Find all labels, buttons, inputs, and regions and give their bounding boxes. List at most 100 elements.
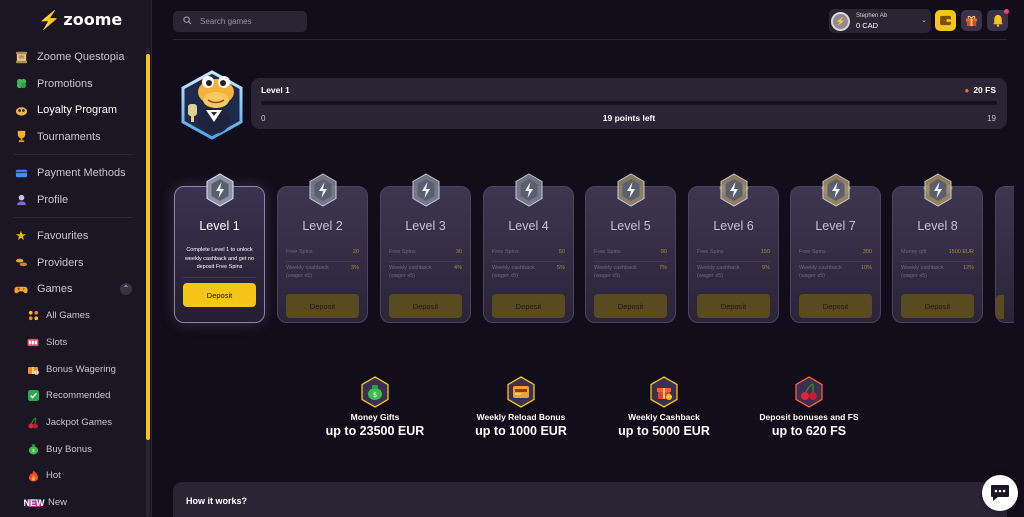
level-card[interactable]: Level 2 Free Spins 20 Weekly cashback (wage… xyxy=(277,173,368,323)
level-reward-row: Free Spins 30 xyxy=(389,248,462,256)
divider xyxy=(594,261,667,262)
divider xyxy=(389,261,462,262)
reward-label: Free Spins xyxy=(799,249,826,255)
deposit-button[interactable]: Deposit xyxy=(594,294,667,318)
progress-bar xyxy=(261,101,997,105)
svg-text:$: $ xyxy=(32,448,35,454)
sidebar-subitem-label: New xyxy=(48,497,68,509)
cashback-label: Weekly cashback (wager x5) xyxy=(286,265,329,279)
deposit-button[interactable]: Deposit xyxy=(389,294,462,318)
gift-icon xyxy=(649,376,679,408)
card-icon xyxy=(14,166,28,180)
notifications-button[interactable] xyxy=(987,9,1009,31)
level-card[interactable]: Level 5 Free Spins 90 Weekly cashback (wage… xyxy=(585,173,676,323)
sidebar-subitem-jackpot-games[interactable]: Jackpot Games xyxy=(0,409,146,436)
how-it-works-section[interactable]: How it works? xyxy=(173,482,1007,517)
level-badge-icon xyxy=(614,172,648,210)
gamepad-icon xyxy=(14,282,28,296)
sidebar-subitem-label: Hot xyxy=(46,470,61,482)
benefit-title: Deposit bonuses and FS xyxy=(759,412,859,422)
deposit-button-partial[interactable] xyxy=(996,295,1004,319)
clover-icon xyxy=(14,77,28,91)
new-badge-icon: NEW xyxy=(23,497,45,508)
deposit-button[interactable]: Deposit xyxy=(492,294,565,318)
current-level-title: Level 1 xyxy=(261,85,290,95)
sidebar-item-label: Payment Methods xyxy=(37,167,126,180)
gift-button[interactable] xyxy=(961,10,982,31)
loyalty-icon xyxy=(14,103,28,117)
sidebar-item-payment-methods[interactable]: Payment Methods xyxy=(0,160,146,187)
sidebar-subitem-slots[interactable]: Slots xyxy=(0,329,146,356)
wallet-button[interactable] xyxy=(935,10,956,31)
cashback-label: Weekly cashback (wager x5) xyxy=(594,265,637,279)
deposit-button[interactable]: Deposit xyxy=(697,294,770,318)
points-left: 19 points left xyxy=(602,113,656,123)
notification-dot xyxy=(1004,9,1009,14)
sidebar-subitem-label: Slots xyxy=(46,337,68,349)
sidebar-item-games[interactable]: Games ⌃ xyxy=(0,276,146,303)
sidebar-item-providers[interactable]: Providers xyxy=(0,250,146,277)
cashback-label: Weekly cashback (wager x5) xyxy=(901,265,944,279)
sidebar-subitem-new[interactable]: NEW New xyxy=(0,489,146,516)
reward-value: 50 xyxy=(558,249,565,255)
cashback-value: 5% xyxy=(557,265,565,271)
cashback-label: Weekly cashback (wager x5) xyxy=(389,265,432,279)
level-card-next[interactable] xyxy=(995,186,1014,323)
scrollbar-thumb[interactable] xyxy=(146,54,150,440)
sidebar-subitem-hot[interactable]: Hot xyxy=(0,463,146,490)
sidebar-subitem-label: Recommended xyxy=(46,390,111,402)
sidebar-subitem-buy-bonus[interactable]: $ Buy Bonus xyxy=(0,436,146,463)
sidebar-item-zoome-questopia[interactable]: Zoome Questopia xyxy=(0,44,146,71)
level-cashback-row: Weekly cashback (wager x5) 9% xyxy=(697,264,770,280)
divider xyxy=(14,217,132,218)
sidebar-item-profile[interactable]: Profile xyxy=(0,187,146,214)
reward-label: Money gift xyxy=(901,249,927,255)
sidebar-subitem-all-games[interactable]: All Games xyxy=(0,303,146,330)
sidebar-scrollbar[interactable] xyxy=(146,48,150,517)
deposit-button[interactable]: Deposit xyxy=(183,283,256,307)
benefit-value: up to 23500 EUR xyxy=(325,424,425,438)
level-card[interactable]: Level 3 Free Spins 30 Weekly cashback (wage… xyxy=(380,173,471,323)
reward-value: 90 xyxy=(660,249,667,255)
level-card[interactable]: Level 4 Free Spins 50 Weekly cashback (wage… xyxy=(483,173,574,323)
sidebar-subitem-bonus-wagering[interactable]: $ Bonus Wagering xyxy=(0,356,146,383)
level-reward-row: Money gift 1500 EUR xyxy=(901,248,974,256)
level-card[interactable]: Level 6 Free Spins 150 Weekly cashback (wag… xyxy=(688,173,779,323)
benefit-title: Weekly Cashback xyxy=(628,412,700,422)
level-title: Level 3 xyxy=(405,219,446,233)
sidebar-item-tournaments[interactable]: Tournaments xyxy=(0,124,146,151)
cherry-icon xyxy=(794,376,824,408)
divider xyxy=(697,261,770,262)
search-box[interactable] xyxy=(173,11,307,32)
cashback-value: 7% xyxy=(659,265,667,271)
level-card[interactable]: Level 1 Complete Level 1 to unlock weekly… xyxy=(174,173,265,323)
chevron-down-icon: ⌄ xyxy=(921,17,927,24)
deposit-button[interactable]: Deposit xyxy=(901,294,974,318)
logo[interactable]: ⚡ zoome xyxy=(38,10,122,29)
reward-label: Free Spins xyxy=(389,249,416,255)
cashback-label: Weekly cashback (wager x5) xyxy=(697,265,740,279)
user-account-menu[interactable]: ⚡ Stephen Ab 0 CAD ⌄ xyxy=(829,9,931,33)
level-reward-row: Free Spins 20 xyxy=(286,248,359,256)
sidebar-subitem-recommended[interactable]: Recommended xyxy=(0,383,146,410)
sidebar-item-loyalty-program[interactable]: Loyalty Program xyxy=(0,97,146,124)
chevron-up-icon[interactable]: ⌃ xyxy=(120,283,132,295)
chat-button[interactable] xyxy=(982,475,1018,511)
level-reward-row: Free Spins 150 xyxy=(697,248,770,256)
reward-label: Free Spins xyxy=(286,249,313,255)
search-input[interactable] xyxy=(200,17,300,26)
benefit-weekly-reload: Weekly Reload Bonus up to 1000 EUR xyxy=(456,376,586,440)
level-title: Level 7 xyxy=(815,219,856,233)
deposit-button[interactable]: Deposit xyxy=(799,294,872,318)
reward-label: Free Spins xyxy=(697,249,724,255)
sidebar-item-promotions[interactable]: Promotions xyxy=(0,71,146,98)
cashback-label: Weekly cashback (wager x5) xyxy=(799,265,842,279)
reward-label: Free Spins xyxy=(492,249,519,255)
divider xyxy=(492,261,565,262)
level-badge-icon xyxy=(409,172,443,210)
deposit-button[interactable]: Deposit xyxy=(286,294,359,318)
level-card[interactable]: Level 7 Free Spins 300 Weekly cashback (wag… xyxy=(790,173,881,323)
star-icon: ★ xyxy=(15,228,27,244)
sidebar-item-favourites[interactable]: ★ Favourites xyxy=(0,223,146,250)
level-card[interactable]: Level 8 Money gift 1500 EUR Weekly cashback… xyxy=(892,173,983,323)
